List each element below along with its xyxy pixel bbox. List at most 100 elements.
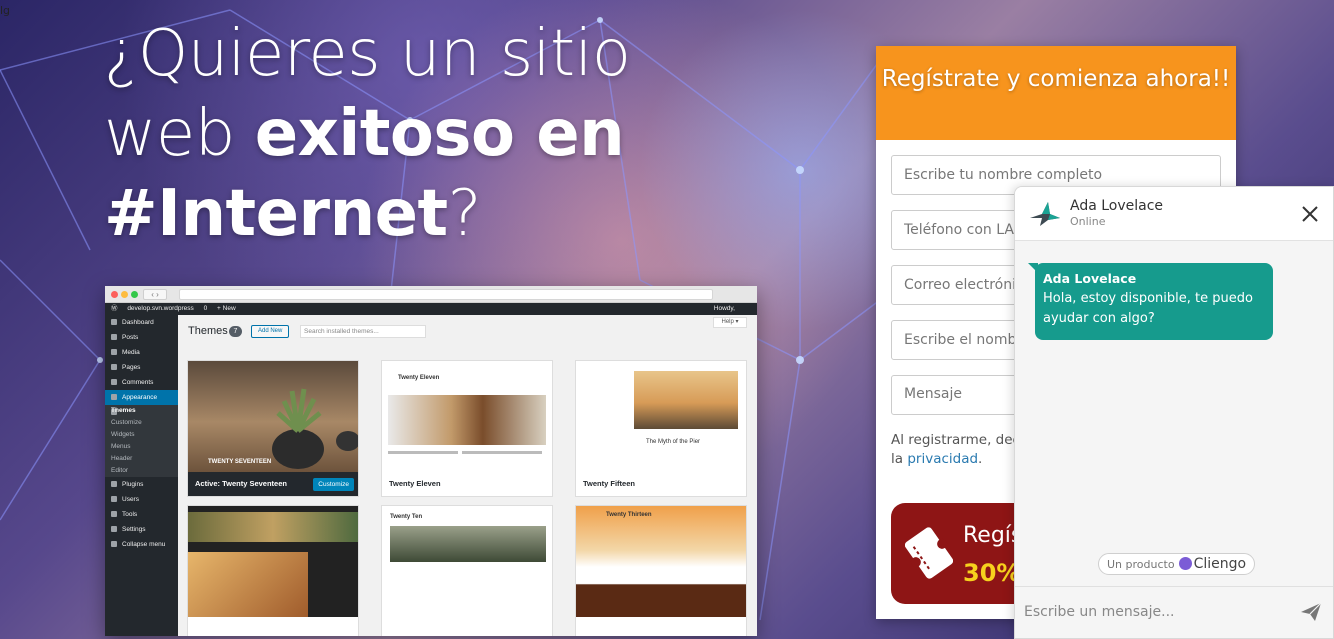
- browser-mockup: ‹ › Ⓦ develop.svn.wordpress 0 + New Howd…: [105, 286, 757, 636]
- wp-add-new-button: Add New: [251, 325, 290, 338]
- shot-title: Twenty Thirteen: [606, 512, 652, 518]
- customize-button: Customize: [313, 478, 354, 491]
- theme-name: Twenty Eleven: [382, 472, 552, 496]
- theme-card-twenty-fifteen: The Myth of the Pier Twenty Fifteen: [575, 360, 747, 497]
- message-author: Ada Lovelace: [1043, 271, 1137, 286]
- shot-title: The Myth of the Pier: [646, 439, 701, 445]
- agent-name: Ada Lovelace: [1070, 198, 1164, 214]
- privacy-link[interactable]: privacidad: [907, 451, 978, 467]
- theme-screenshot: Twenty Ten: [382, 506, 552, 617]
- chat-header: Ada Lovelace Online: [1015, 187, 1333, 241]
- cliengo-logo-icon: [1178, 557, 1192, 570]
- wp-menu-media: Media: [105, 345, 178, 360]
- chat-message: Ada Lovelace Hola, estoy disponible, te …: [1028, 263, 1273, 340]
- wp-comments-count: 0: [203, 305, 208, 312]
- theme-screenshot: [188, 506, 358, 617]
- wp-submenu-editor: Editor: [111, 467, 128, 474]
- close-icon[interactable]: [1299, 203, 1321, 225]
- agent-status: Online: [1070, 215, 1106, 228]
- wp-themes-count: 7: [229, 326, 242, 337]
- wp-main-area: Help ▾ Themes 7 Add New Search installed…: [178, 315, 757, 636]
- wp-help-tab: Help ▾: [713, 317, 747, 328]
- minimize-dot-icon: [121, 291, 128, 298]
- wp-themes-title: Themes: [188, 325, 228, 337]
- shot-title: TWENTY SEVENTEEN: [208, 459, 272, 465]
- wp-sidebar: Dashboard Posts Media Pages Comments App…: [105, 315, 178, 636]
- hero-line-3-regular: ?: [447, 177, 482, 251]
- wp-menu-appearance: Appearance: [105, 390, 178, 405]
- wp-submenu-header: Header: [111, 455, 133, 462]
- wp-menu-pages: Pages: [105, 360, 178, 375]
- cta-discount: 30%: [963, 559, 1021, 587]
- wp-howdy: Howdy,: [713, 305, 735, 312]
- brand-name: Cliengo: [1193, 556, 1247, 572]
- theme-hero-image: [188, 552, 308, 617]
- wp-menu-users: Users: [105, 492, 178, 507]
- hero-line-2-bold: exitoso en: [254, 97, 625, 171]
- theme-screenshot: Twenty Eleven: [382, 361, 552, 472]
- maximize-dot-icon: [131, 291, 138, 298]
- powered-by-badge[interactable]: Un producto Cliengo: [1098, 553, 1256, 575]
- theme-name-text: Active: Twenty Seventeen: [195, 479, 287, 488]
- wp-menu-settings: Settings: [105, 522, 178, 537]
- hero-line-2-regular: web: [104, 97, 255, 171]
- shot-title: Twenty Eleven: [398, 375, 440, 381]
- wp-menu-posts: Posts: [105, 330, 178, 345]
- theme-name: [188, 617, 358, 636]
- text-line: [388, 451, 458, 454]
- wp-admin-bar: Ⓦ develop.svn.wordpress 0 + New Howdy,: [105, 303, 757, 315]
- form-header: Regístrate y comienza ahora!!: [876, 46, 1236, 140]
- shot-title: Twenty Ten: [390, 514, 423, 520]
- wp-menu-plugins: Plugins: [105, 477, 178, 492]
- chat-message-input[interactable]: [1024, 599, 1286, 625]
- text-line: [462, 451, 542, 454]
- theme-card-twenty-seventeen: TWENTY SEVENTEEN Active: Twenty Seventee…: [187, 360, 359, 497]
- theme-screenshot: The Myth of the Pier: [576, 361, 746, 472]
- browser-url-bar: [179, 289, 713, 300]
- theme-name: Active: Twenty Seventeen Customize: [188, 472, 358, 496]
- theme-name: Twenty Fifteen: [576, 472, 746, 496]
- browser-nav-arrows: ‹ ›: [143, 289, 167, 300]
- wp-menu-tools: Tools: [105, 507, 178, 522]
- wp-submenu-customize: Customize: [111, 419, 142, 426]
- form-title: Regístrate y comienza ahora!!: [881, 66, 1231, 92]
- theme-card-twenty-ten: Twenty Ten: [381, 505, 553, 636]
- close-dot-icon: [111, 291, 118, 298]
- corner-text: lg: [0, 4, 11, 17]
- theme-screenshot: Twenty Thirteen: [576, 506, 746, 617]
- hero-headline: ¿Quieres un sitio web exitoso en #Intern…: [104, 14, 724, 254]
- theme-screenshot: TWENTY SEVENTEEN: [188, 361, 358, 472]
- wp-site-name: develop.svn.wordpress: [127, 305, 194, 312]
- theme-hero-image: [188, 512, 358, 542]
- chat-input-bar: [1015, 586, 1333, 638]
- plant-illustration: [272, 388, 358, 469]
- theme-card-four: [187, 505, 359, 636]
- ticket-icon: [905, 527, 953, 579]
- agent-star-icon: [1030, 202, 1060, 226]
- wp-submenu-themes: Themes: [111, 407, 136, 414]
- wp-submenu-widgets: Widgets: [111, 431, 135, 438]
- wp-logo-icon: Ⓦ: [111, 305, 118, 312]
- wp-menu-dashboard: Dashboard: [105, 315, 178, 330]
- hero-line-3-bold: #Internet: [104, 177, 448, 251]
- send-icon[interactable]: [1299, 601, 1323, 623]
- chat-widget: Ada Lovelace Online Ada Lovelace Hola, e…: [1014, 186, 1334, 639]
- browser-chrome: ‹ ›: [105, 286, 757, 303]
- theme-name: [382, 617, 552, 636]
- wp-theme-search: Search installed themes...: [300, 325, 426, 338]
- wp-new-link: + New: [217, 305, 236, 312]
- theme-hero-image: [634, 371, 738, 429]
- theme-name: [576, 617, 746, 636]
- powered-by-text: Un producto: [1107, 558, 1175, 571]
- theme-hero-image: [388, 395, 546, 445]
- wp-menu-comments: Comments: [105, 375, 178, 390]
- theme-hero-image: [390, 526, 546, 562]
- theme-card-twenty-thirteen: Twenty Thirteen: [575, 505, 747, 636]
- wp-menu-collapse: Collapse menu: [105, 537, 178, 552]
- wp-submenu: Themes Customize Widgets Menus Header Ed…: [105, 405, 178, 477]
- consent-end: .: [978, 451, 983, 467]
- wp-submenu-menus: Menus: [111, 443, 131, 450]
- hero-line-1: ¿Quieres un sitio: [104, 17, 631, 91]
- theme-card-twenty-eleven: Twenty Eleven Twenty Eleven: [381, 360, 553, 497]
- message-text: Hola, estoy disponible, te puedo ayudar …: [1043, 291, 1253, 326]
